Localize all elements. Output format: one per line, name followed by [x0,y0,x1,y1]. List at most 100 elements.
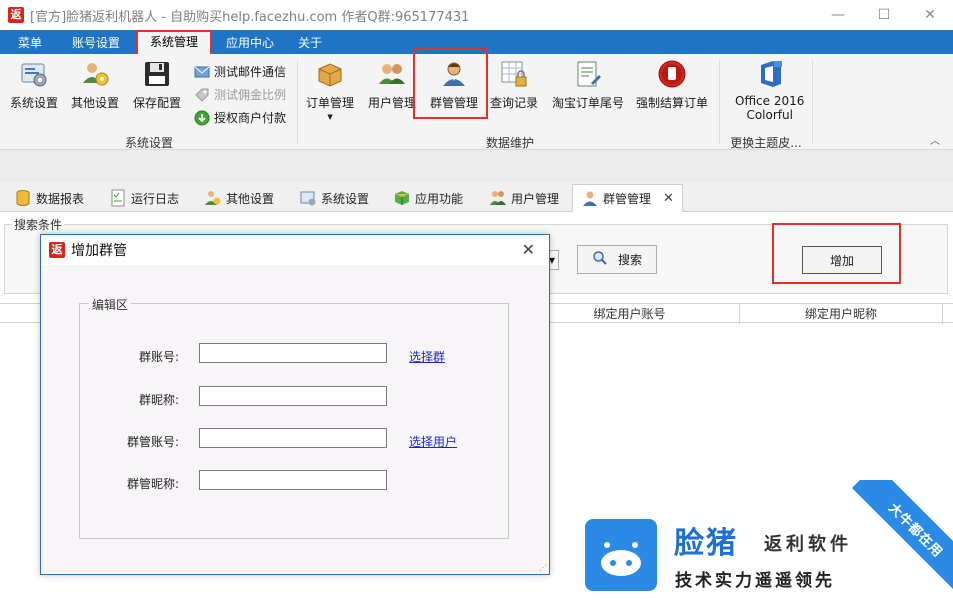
other-settings-label: 其他设置 [71,96,120,110]
save-config-button[interactable]: 保存配置 [133,58,181,111]
authorize-payment-button[interactable]: 授权商户付款 [194,109,286,126]
admin-account-label: 群管账号: [126,435,179,449]
group-label-change-theme: 更换主题皮... [730,136,802,150]
group-account-label: 群账号: [138,350,179,364]
app-icon: 返 [8,7,24,23]
table-lock-icon [498,58,530,90]
theme-label-line2: Colorful [746,108,793,122]
group-account-input[interactable] [199,343,387,363]
group-separator [812,60,813,144]
theme-label-line1: Office 2016 [735,94,805,108]
search-button[interactable]: 搜索 [577,245,657,274]
window-controls: — ☐ ✕ [815,0,953,30]
search-legend: 搜索条件 [12,216,65,233]
system-settings-label: 系统设置 [10,96,59,110]
select-user-link[interactable]: 选择用户 [409,433,457,450]
tab-close-icon[interactable]: ✕ [663,191,674,206]
tab-group-admin-management[interactable]: 群管管理 ✕ [572,184,683,212]
green-arrow-icon [194,110,210,126]
taobao-order-suffix-label: 淘宝订单尾号 [552,96,625,110]
tab-system-settings[interactable]: 系统设置 [299,184,369,212]
app-icon: 返 [49,242,65,258]
column-header-bound-nickname[interactable]: 绑定用户昵称 [740,304,943,324]
ribbon: 系统设置 其他设置 保存配置 测试邮件通信 测试佣金比例 授权商户付款 系统设置… [0,48,953,150]
admin-nickname-label: 群管昵称: [126,477,179,491]
admin-user-icon [581,189,599,207]
menu-item-account-settings[interactable]: 账号设置 [60,32,132,54]
group-nickname-input[interactable] [199,386,387,406]
dropdown-arrow-icon: ▼ [327,113,333,121]
user-management-label: 用户管理 [368,96,417,110]
group-label-data-maintenance: 数据维护 [485,136,534,150]
group-label-system-settings: 系统设置 [124,136,173,150]
settings-icon [18,58,50,90]
force-settle-order-label: 强制结算订单 [636,96,709,110]
window-title: [官方]脸猪返利机器人 - 自助购买help.facezhu.com 作者Q群:… [30,9,470,25]
dialog-close-icon[interactable]: ✕ [522,240,535,259]
brand-logo [585,519,657,591]
select-group-link[interactable]: 选择群 [409,348,445,365]
minimize-button[interactable]: — [815,0,861,30]
search-icon [592,250,608,269]
tab-run-log[interactable]: 运行日志 [109,184,179,212]
test-email-button[interactable]: 测试邮件通信 [194,63,286,80]
tab-user-management[interactable]: 用户管理 [489,184,559,212]
order-management-label: 订单管理 [306,96,355,110]
tag-icon [194,87,210,103]
checklist-icon [109,189,127,207]
ribbon-spacer [0,150,953,182]
other-settings-button[interactable]: 其他设置 [71,58,119,111]
menu-item-app-center[interactable]: 应用中心 [214,32,286,54]
highlight-box [772,223,901,284]
tab-app-features[interactable]: 应用功能 [393,184,463,212]
brand-ribbon-clip: 大牛都在用 [800,480,953,605]
query-records-button[interactable]: 查询记录 [490,58,538,111]
tab-other-settings[interactable]: 其他设置 [204,184,274,212]
save-config-label: 保存配置 [133,96,182,110]
users-icon [376,58,408,90]
system-settings-button[interactable]: 系统设置 [10,58,58,111]
settings-icon [299,189,317,207]
maximize-button[interactable]: ☐ [861,0,907,30]
email-icon [194,64,210,80]
menu-item-system-management[interactable]: 系统管理 [136,30,213,54]
user-management-button[interactable]: 用户管理 [368,58,416,111]
force-settle-order-button[interactable]: 强制结算订单 [636,58,708,111]
menu-item-menu[interactable]: 菜单 [6,32,54,54]
add-group-admin-dialog: 返 增加群管 ✕ 编辑区 群账号: 选择群 群昵称: 群管账号: 选择用户 群管… [40,234,550,575]
tab-bar: 数据报表 运行日志 其他设置 系统设置 应用功能 用户管理 群管管理 ✕ [0,182,953,212]
stop-hand-icon [656,58,688,90]
document-edit-icon [572,58,604,90]
close-window-button[interactable]: ✕ [907,0,953,30]
database-icon [14,189,32,207]
tab-data-report[interactable]: 数据报表 [14,184,84,212]
office-logo-icon [754,58,786,90]
column-header-bound-account[interactable]: 绑定用户账号 [520,304,740,324]
title-bar: 返 [官方]脸猪返利机器人 - 自助购买help.facezhu.com 作者Q… [0,0,953,30]
group-separator [719,60,720,144]
collapse-ribbon-icon[interactable]: ︿ [930,132,940,147]
users-icon [489,189,507,207]
users-gear-icon [204,189,222,207]
brand-name: 脸猪 [674,526,738,561]
order-management-button[interactable]: 订单管理 ▼ [306,58,354,121]
users-gear-icon [79,58,111,90]
edit-area-legend: 编辑区 [89,296,132,313]
box-icon [314,58,346,90]
admin-account-input[interactable] [199,428,387,448]
group-nickname-label: 群昵称: [138,393,179,407]
query-records-label: 查询记录 [490,96,539,110]
theme-button[interactable]: Office 2016 Colorful [735,58,804,122]
edit-area-fieldset [79,303,509,539]
highlight-box [413,48,488,119]
dialog-title-bar[interactable]: 返 增加群管 ✕ [41,235,549,265]
test-commission-button[interactable]: 测试佣金比例 [194,86,286,103]
floppy-disk-icon [141,58,173,90]
taobao-order-suffix-button[interactable]: 淘宝订单尾号 [552,58,624,111]
group-separator [297,60,298,144]
admin-nickname-input[interactable] [199,470,387,490]
menu-item-about[interactable]: 关于 [286,32,334,54]
resize-grip-icon[interactable]: ⋰ [539,563,547,572]
cube-icon [393,189,411,207]
brand-ribbon: 大牛都在用 [851,480,953,595]
